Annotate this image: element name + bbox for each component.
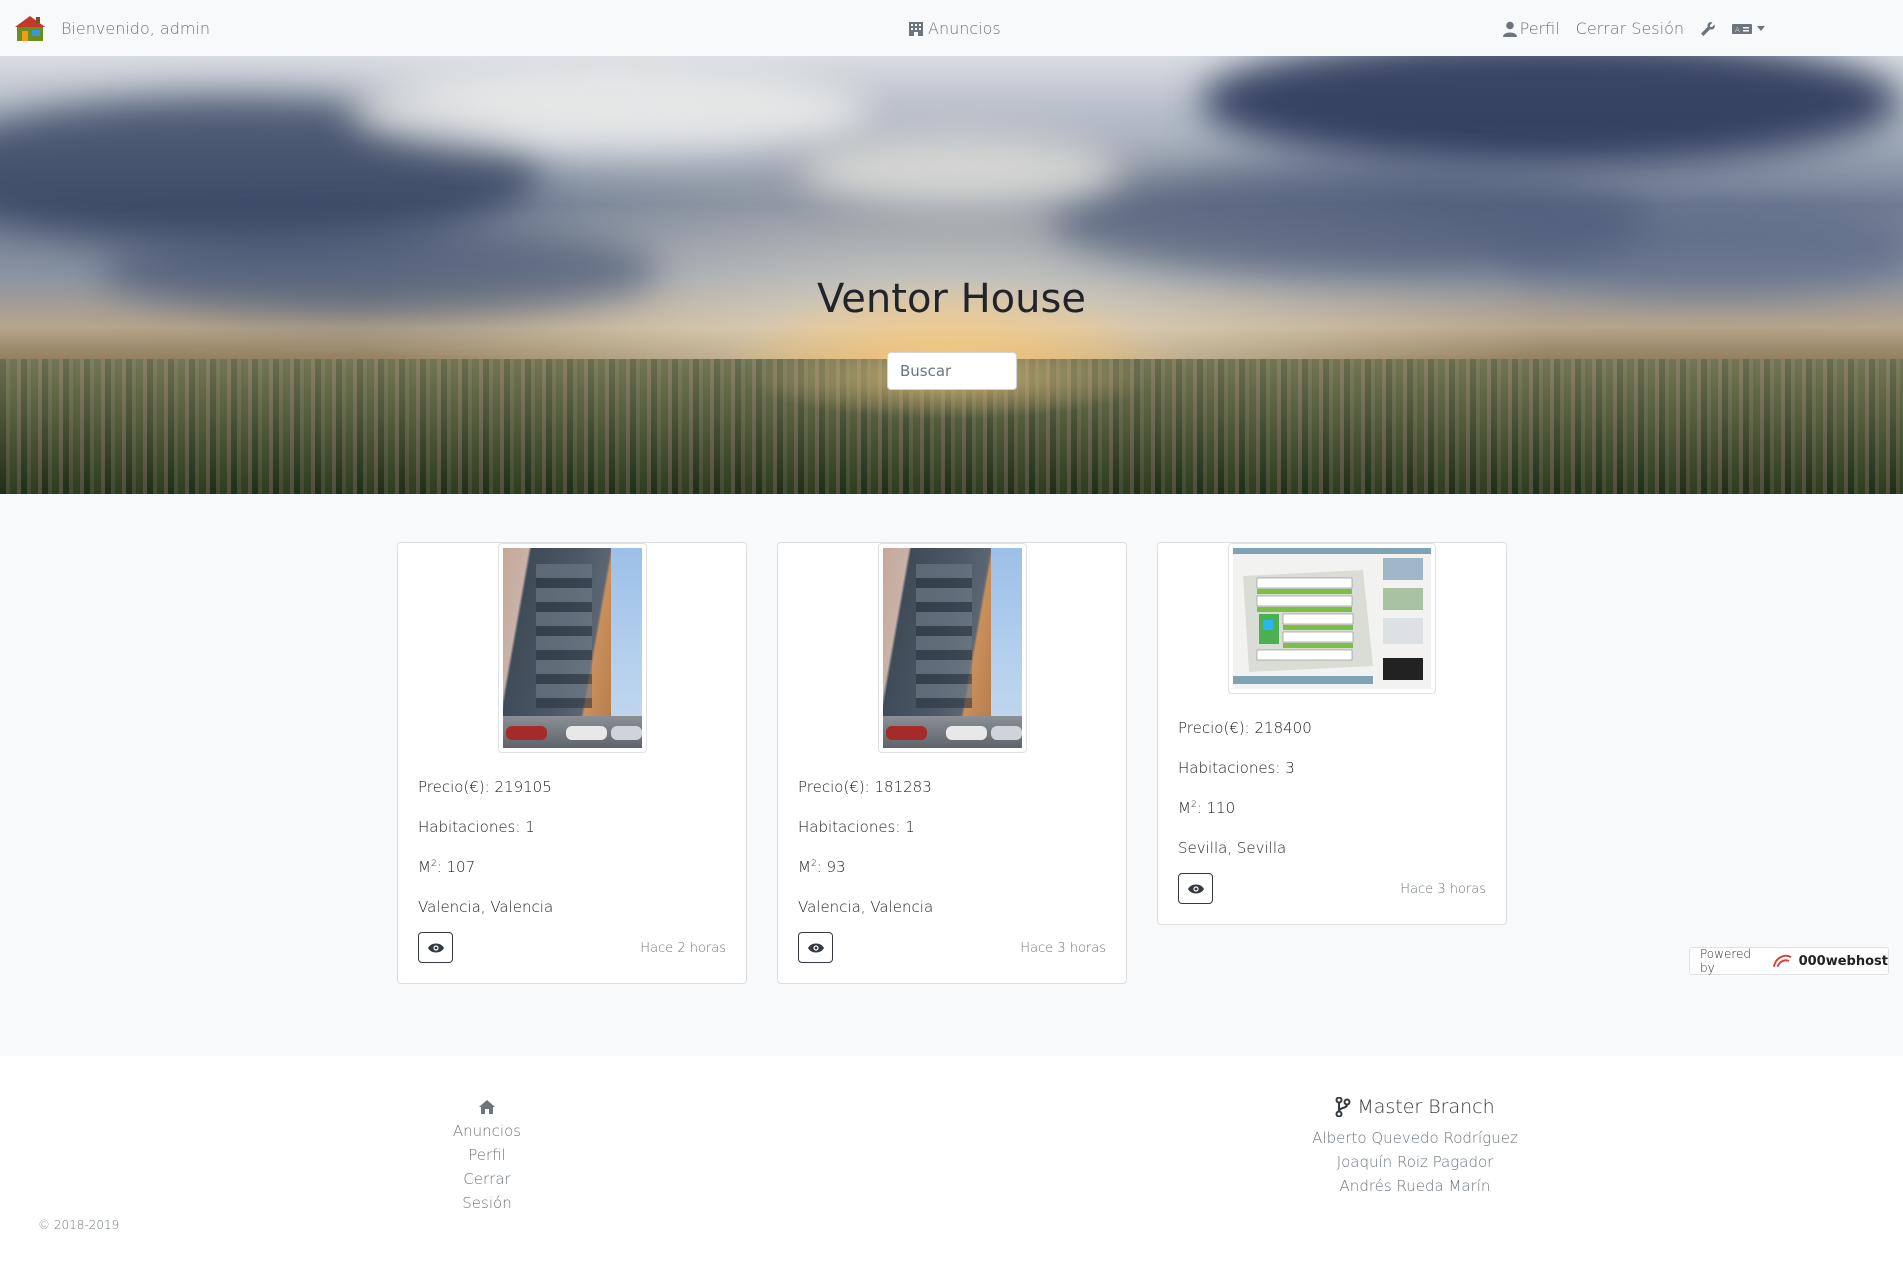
nav-logout-label: Cerrar Sesión xyxy=(1575,19,1684,38)
footer-links: Anuncios Perfil Cerrar Sesión xyxy=(437,1099,537,1215)
listing-location: Valencia, Valencia xyxy=(418,898,554,916)
nav-ads-link[interactable]: Anuncios xyxy=(908,19,1001,38)
listing-rooms: Habitaciones: 1 xyxy=(798,818,915,836)
search-input[interactable] xyxy=(887,352,1017,390)
language-icon: A xyxy=(1732,23,1752,34)
listing-area: M2: 93 xyxy=(798,858,846,876)
building-icon xyxy=(909,21,923,36)
powered-by-badge[interactable]: Powered by 000webhost xyxy=(1689,947,1889,975)
listing-area: M2: 107 xyxy=(418,858,475,876)
view-listing-button[interactable] xyxy=(798,932,833,963)
chevron-down-icon xyxy=(1757,26,1765,31)
footer: Anuncios Perfil Cerrar Sesión Master Bra… xyxy=(0,1056,1903,1288)
area-unit: M xyxy=(418,858,431,876)
powered-by-label: Powered by xyxy=(1700,947,1752,975)
footer-link-profile[interactable]: Perfil xyxy=(437,1143,537,1167)
listing-photo[interactable] xyxy=(1228,543,1436,694)
page-title: Ventor House xyxy=(817,276,1086,322)
eye-icon xyxy=(807,943,824,952)
listing-photo[interactable] xyxy=(878,543,1027,753)
house-logo-icon[interactable] xyxy=(14,14,46,42)
footer-link-ads[interactable]: Anuncios xyxy=(437,1119,537,1143)
listing-rooms: Habitaciones: 3 xyxy=(1178,759,1295,777)
listing-area: M2: 110 xyxy=(1178,799,1235,817)
site-plan-image xyxy=(1233,548,1431,689)
listing-price: Precio(€): 181283 xyxy=(798,778,932,796)
nav-profile-link[interactable]: Perfil xyxy=(1502,19,1560,38)
listing-price: Precio(€): 219105 xyxy=(418,778,552,796)
settings-link[interactable] xyxy=(1700,21,1716,37)
nav-profile-label: Perfil xyxy=(1519,19,1560,38)
nav-right-group: Perfil Cerrar Sesión A xyxy=(1502,19,1765,38)
listing-photo[interactable] xyxy=(498,543,647,753)
listing-rooms: Habitaciones: 1 xyxy=(418,818,535,836)
team-title: Master Branch xyxy=(1357,1096,1495,1118)
hero-banner: Ventor House xyxy=(0,56,1903,494)
team-member: Andrés Rueda Marín xyxy=(1339,1177,1491,1195)
team-member: Alberto Quevedo Rodríguez xyxy=(1312,1129,1518,1147)
eye-icon xyxy=(1187,884,1204,893)
wrench-icon xyxy=(1701,21,1715,36)
powered-by-brand: 000webhost xyxy=(1798,953,1888,969)
svg-text:A: A xyxy=(1735,26,1740,34)
language-dropdown[interactable]: A xyxy=(1732,22,1765,36)
webhost-logo-icon xyxy=(1772,954,1792,968)
home-icon[interactable] xyxy=(478,1099,496,1115)
area-value: : 93 xyxy=(816,858,846,876)
listing-time: Hace 2 horas xyxy=(640,941,726,956)
team-heading: Master Branch xyxy=(1300,1096,1530,1118)
view-listing-button[interactable] xyxy=(1178,873,1213,904)
listing-card: Precio(€): 218400 Habitaciones: 3 M2: 11… xyxy=(1157,542,1507,925)
copyright: © 2018-2019 xyxy=(38,1218,120,1232)
area-value: : 110 xyxy=(1196,799,1236,817)
nav-ads-label: Anuncios xyxy=(928,19,1001,38)
area-unit: M xyxy=(798,858,811,876)
navbar: Bienvenido, admin Anuncios Perfil Cerrar… xyxy=(0,0,1903,56)
listing-time: Hace 3 horas xyxy=(1020,941,1106,956)
git-branch-icon xyxy=(1335,1097,1351,1117)
listing-card: Precio(€): 181283 Habitaciones: 1 M2: 93… xyxy=(777,542,1127,984)
view-listing-button[interactable] xyxy=(418,932,453,963)
welcome-text: Bienvenido, admin xyxy=(61,19,211,38)
listing-location: Sevilla, Sevilla xyxy=(1178,839,1287,857)
footer-link-logout[interactable]: Cerrar Sesión xyxy=(437,1167,537,1215)
area-unit: M xyxy=(1178,799,1191,817)
listing-price: Precio(€): 218400 xyxy=(1178,719,1312,737)
listing-card: Precio(€): 219105 Habitaciones: 1 M2: 10… xyxy=(397,542,747,984)
team-member: Joaquín Roiz Pagador xyxy=(1336,1153,1494,1171)
footer-team: Master Branch Alberto Quevedo Rodríguez … xyxy=(1300,1096,1530,1198)
user-icon xyxy=(1502,21,1517,37)
listing-location: Valencia, Valencia xyxy=(798,898,934,916)
listing-time: Hace 3 horas xyxy=(1400,882,1486,897)
eye-icon xyxy=(427,943,444,952)
nav-logout-link[interactable]: Cerrar Sesión xyxy=(1576,19,1684,38)
area-value: : 107 xyxy=(436,858,476,876)
